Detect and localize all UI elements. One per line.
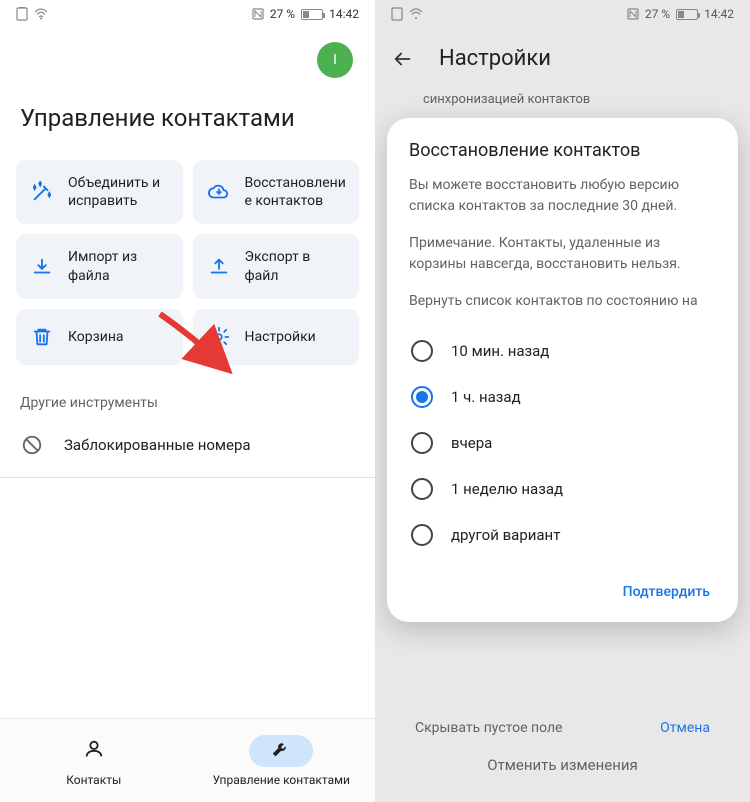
trash-icon [28, 323, 56, 351]
radio-label: 1 ч. назад [451, 388, 521, 406]
cloud-restore-icon [205, 178, 233, 206]
other-tools-label: Другие инструменты [0, 365, 375, 427]
sim-icon [16, 7, 28, 21]
nfc-icon [627, 8, 639, 20]
radio-label: 1 неделю назад [451, 480, 563, 498]
radio-icon [411, 386, 433, 408]
clock: 14:42 [704, 7, 734, 21]
tile-label: Восстановление контактов [245, 174, 348, 210]
radio-icon [411, 340, 433, 362]
battery-percent: 27 % [270, 7, 295, 21]
export-icon [205, 253, 233, 281]
tile-settings[interactable]: Настройки [193, 309, 360, 365]
avatar[interactable]: I [317, 42, 353, 78]
right-phone: 27 % 14:42 Настройки синхронизацией конт… [375, 0, 750, 802]
tile-trash[interactable]: Корзина [16, 309, 183, 365]
radio-1week[interactable]: 1 неделю назад [409, 474, 716, 504]
radio-yesterday[interactable]: вчера [409, 428, 716, 458]
radio-icon [411, 524, 433, 546]
restore-dialog: Восстановление контактов Вы можете восст… [387, 118, 738, 622]
tile-label: Настройки [245, 328, 316, 346]
back-button[interactable] [391, 47, 415, 71]
nav-manage[interactable]: Управление контактами [188, 719, 376, 802]
nav-contacts[interactable]: Контакты [0, 719, 188, 802]
settings-title: Настройки [439, 46, 551, 71]
bg-hide-text: Скрывать пустое поле [415, 720, 562, 736]
sim-icon [391, 7, 403, 21]
tile-label: Экспорт в файл [245, 248, 348, 284]
undo-changes-row[interactable]: Отменить изменения [375, 740, 750, 790]
status-bar-left: 27 % 14:42 [0, 0, 375, 28]
dialog-body: Вы можете восстановить любую версию спис… [409, 175, 716, 217]
radio-icon [411, 432, 433, 454]
tile-import[interactable]: Импорт из файла [16, 234, 183, 298]
nav-label: Контакты [66, 773, 121, 787]
block-icon [20, 433, 44, 457]
nav-label: Управление контактами [213, 773, 350, 787]
tile-export[interactable]: Экспорт в файл [193, 234, 360, 298]
background-row: Скрывать пустое поле Отмена [375, 720, 750, 736]
tile-restore[interactable]: Восстановление контактов [193, 160, 360, 224]
radio-list: 10 мин. назад 1 ч. назад вчера 1 неделю … [409, 328, 716, 566]
nfc-icon [252, 8, 264, 20]
dialog-title: Восстановление контактов [409, 140, 716, 161]
clock: 14:42 [329, 7, 359, 21]
dialog-note: Примечание. Контакты, удаленные из корзи… [409, 233, 716, 275]
settings-header: Настройки [375, 28, 750, 87]
import-icon [28, 253, 56, 281]
tile-grid: Объединить и исправить Восстановление ко… [0, 160, 375, 365]
radio-label: вчера [451, 434, 492, 452]
radio-icon [411, 478, 433, 500]
battery-icon [676, 9, 698, 20]
bg-cancel-text[interactable]: Отмена [660, 720, 710, 736]
wrench-icon [270, 738, 292, 764]
left-phone: 27 % 14:42 I Управление контактами Объед… [0, 0, 375, 802]
dialog-prompt: Вернуть список контактов по состоянию на [409, 291, 716, 312]
tile-label: Импорт из файла [68, 248, 171, 284]
bottom-nav: Контакты Управление контактами [0, 718, 375, 802]
divider [0, 477, 375, 478]
blocked-numbers-row[interactable]: Заблокированные номера [0, 427, 375, 471]
row-label: Заблокированные номера [64, 436, 251, 454]
tile-label: Корзина [68, 328, 124, 346]
tile-label: Объединить и исправить [68, 174, 171, 210]
radio-10min[interactable]: 10 мин. назад [409, 336, 716, 366]
gear-icon [205, 323, 233, 351]
magic-wand-icon [28, 178, 56, 206]
background-subtext: синхронизацией контактов [375, 87, 750, 115]
contacts-icon [83, 738, 105, 764]
battery-icon [301, 9, 323, 20]
radio-label: другой вариант [451, 526, 560, 544]
tile-merge-fix[interactable]: Объединить и исправить [16, 160, 183, 224]
wifi-icon [409, 8, 423, 20]
wifi-icon [34, 8, 48, 20]
status-bar-right: 27 % 14:42 [375, 0, 750, 28]
radio-1hour[interactable]: 1 ч. назад [409, 382, 716, 412]
confirm-button[interactable]: Подтвердить [617, 576, 716, 608]
radio-label: 10 мин. назад [451, 342, 549, 360]
battery-percent: 27 % [645, 7, 670, 21]
radio-other[interactable]: другой вариант [409, 520, 716, 550]
page-title: Управление контактами [0, 78, 375, 160]
